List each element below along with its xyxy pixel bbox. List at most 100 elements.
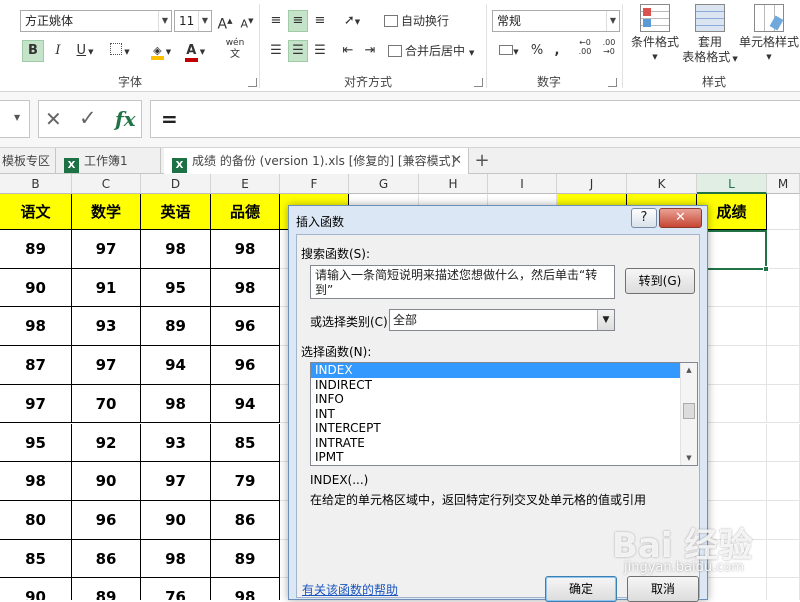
- score-cell[interactable]: 89: [0, 230, 72, 269]
- comma-button[interactable]: ,: [550, 40, 564, 62]
- shrink-font-button[interactable]: A▼: [238, 10, 256, 32]
- ok-button[interactable]: 确定: [545, 576, 617, 602]
- score-cell[interactable]: 98: [141, 539, 211, 579]
- increase-indent-button[interactable]: ⇥: [360, 40, 380, 62]
- column-header[interactable]: F: [280, 174, 349, 194]
- align-top-button[interactable]: ≡: [266, 10, 286, 32]
- score-cell[interactable]: 95: [0, 423, 72, 463]
- empty-cell[interactable]: [767, 346, 800, 385]
- italic-button[interactable]: I: [48, 40, 68, 62]
- column-header[interactable]: J: [557, 174, 627, 194]
- column-header[interactable]: E: [211, 174, 280, 194]
- score-cell[interactable]: 97: [72, 230, 141, 269]
- empty-cell[interactable]: [767, 423, 800, 463]
- header-cell[interactable]: 数学: [72, 194, 141, 230]
- underline-button[interactable]: U ▼: [72, 40, 98, 62]
- score-cell[interactable]: 80: [0, 500, 72, 540]
- alignment-dialog-launcher[interactable]: [474, 78, 483, 87]
- function-list[interactable]: INDEX INDIRECT INFO INT INTERCEPT INTRATE IPMT…: [310, 362, 698, 466]
- score-cell[interactable]: 89: [141, 307, 211, 347]
- score-cell[interactable]: 96: [211, 307, 280, 347]
- score-cell[interactable]: 97: [72, 346, 141, 385]
- column-header[interactable]: I: [488, 174, 557, 194]
- align-left-button[interactable]: ☰: [266, 40, 286, 62]
- score-cell[interactable]: 70: [72, 384, 141, 424]
- close-button[interactable]: ✕: [659, 208, 702, 228]
- function-list-item[interactable]: INT: [311, 407, 681, 422]
- score-cell[interactable]: 85: [0, 539, 72, 579]
- score-cell[interactable]: 95: [141, 268, 211, 308]
- score-cell[interactable]: 98: [0, 462, 72, 501]
- scroll-up-icon[interactable]: ▲: [681, 363, 697, 377]
- score-cell[interactable]: 86: [211, 500, 280, 540]
- phonetic-button[interactable]: wén 文: [222, 38, 248, 60]
- score-cell[interactable]: 90: [0, 578, 72, 600]
- column-header[interactable]: K: [627, 174, 697, 194]
- wrap-text-button[interactable]: 自动换行: [384, 10, 464, 32]
- score-cell[interactable]: 98: [0, 307, 72, 347]
- fill-color-button[interactable]: ◈ ▼: [146, 40, 176, 62]
- decrease-decimal-button[interactable]: .00 →0: [598, 38, 620, 60]
- go-button[interactable]: 转到(G): [625, 268, 695, 294]
- column-header[interactable]: H: [419, 174, 488, 194]
- align-center-button[interactable]: ☰: [288, 40, 308, 62]
- help-link[interactable]: 有关该函数的帮助: [302, 581, 398, 598]
- score-cell[interactable]: 96: [211, 346, 280, 385]
- tab-active-workbook[interactable]: X 成绩 的备份 (version 1).xls [修复的] [兼容模式] ✕: [164, 148, 469, 174]
- cancel-icon[interactable]: ✕: [45, 107, 62, 131]
- new-tab-button[interactable]: +: [472, 148, 492, 174]
- score-cell[interactable]: 79: [211, 462, 280, 501]
- function-list-item[interactable]: INDIRECT: [311, 378, 681, 393]
- align-middle-button[interactable]: ≡: [288, 10, 308, 32]
- empty-cell[interactable]: [767, 230, 800, 269]
- score-cell[interactable]: 98: [211, 578, 280, 600]
- function-list-item[interactable]: INTRATE: [311, 436, 681, 451]
- close-tab-icon[interactable]: ✕: [451, 148, 462, 174]
- chevron-down-icon[interactable]: ▼: [597, 310, 614, 330]
- empty-cell[interactable]: [767, 462, 800, 501]
- score-cell[interactable]: 94: [211, 384, 280, 424]
- column-header[interactable]: B: [0, 174, 72, 194]
- header-cell[interactable]: 英语: [141, 194, 211, 230]
- font-size-select[interactable]: 11 ▼: [174, 10, 212, 32]
- header-cell[interactable]: [767, 194, 800, 230]
- score-cell[interactable]: 96: [72, 500, 141, 540]
- score-cell[interactable]: 86: [72, 539, 141, 579]
- column-header[interactable]: C: [72, 174, 141, 194]
- column-header[interactable]: L: [697, 174, 767, 194]
- column-header[interactable]: D: [141, 174, 211, 194]
- enter-icon[interactable]: ✓: [79, 106, 97, 130]
- orientation-button[interactable]: ➚▼: [338, 10, 366, 32]
- function-list-item[interactable]: IPMT: [311, 450, 681, 465]
- tab-templates[interactable]: 模板专区: [0, 148, 52, 174]
- align-right-button[interactable]: ☰: [310, 40, 330, 62]
- function-list-scrollbar[interactable]: ▲ ▼: [680, 363, 697, 465]
- currency-button[interactable]: ▼: [494, 40, 524, 62]
- scroll-down-icon[interactable]: ▼: [681, 451, 697, 465]
- font-dialog-launcher[interactable]: [248, 78, 257, 87]
- help-button[interactable]: ?: [631, 208, 657, 228]
- cancel-button[interactable]: 取消: [627, 576, 699, 602]
- insert-function-icon[interactable]: fx: [115, 107, 136, 131]
- score-cell[interactable]: 93: [141, 423, 211, 463]
- score-cell[interactable]: 89: [211, 539, 280, 579]
- empty-cell[interactable]: [767, 268, 800, 308]
- cell-styles-button[interactable]: 单元格样式 ▼: [738, 4, 800, 65]
- function-list-item[interactable]: INFO: [311, 392, 681, 407]
- borders-button[interactable]: ▼: [106, 40, 134, 62]
- score-cell[interactable]: 76: [141, 578, 211, 600]
- format-as-table-button[interactable]: 套用 表格格式 ▼: [682, 4, 738, 67]
- scroll-thumb[interactable]: [683, 403, 695, 419]
- score-cell[interactable]: 85: [211, 423, 280, 463]
- font-name-select[interactable]: 方正姚体 ▼: [20, 10, 172, 32]
- score-cell[interactable]: 87: [0, 346, 72, 385]
- score-cell[interactable]: 91: [72, 268, 141, 308]
- grow-font-button[interactable]: A▲: [216, 10, 234, 33]
- score-cell[interactable]: 93: [72, 307, 141, 347]
- score-cell[interactable]: 98: [141, 384, 211, 424]
- score-cell[interactable]: 98: [211, 230, 280, 269]
- empty-cell[interactable]: [767, 539, 800, 579]
- increase-decimal-button[interactable]: ←0.00: [574, 38, 596, 60]
- bold-button[interactable]: B: [22, 40, 44, 62]
- score-cell[interactable]: 90: [72, 462, 141, 501]
